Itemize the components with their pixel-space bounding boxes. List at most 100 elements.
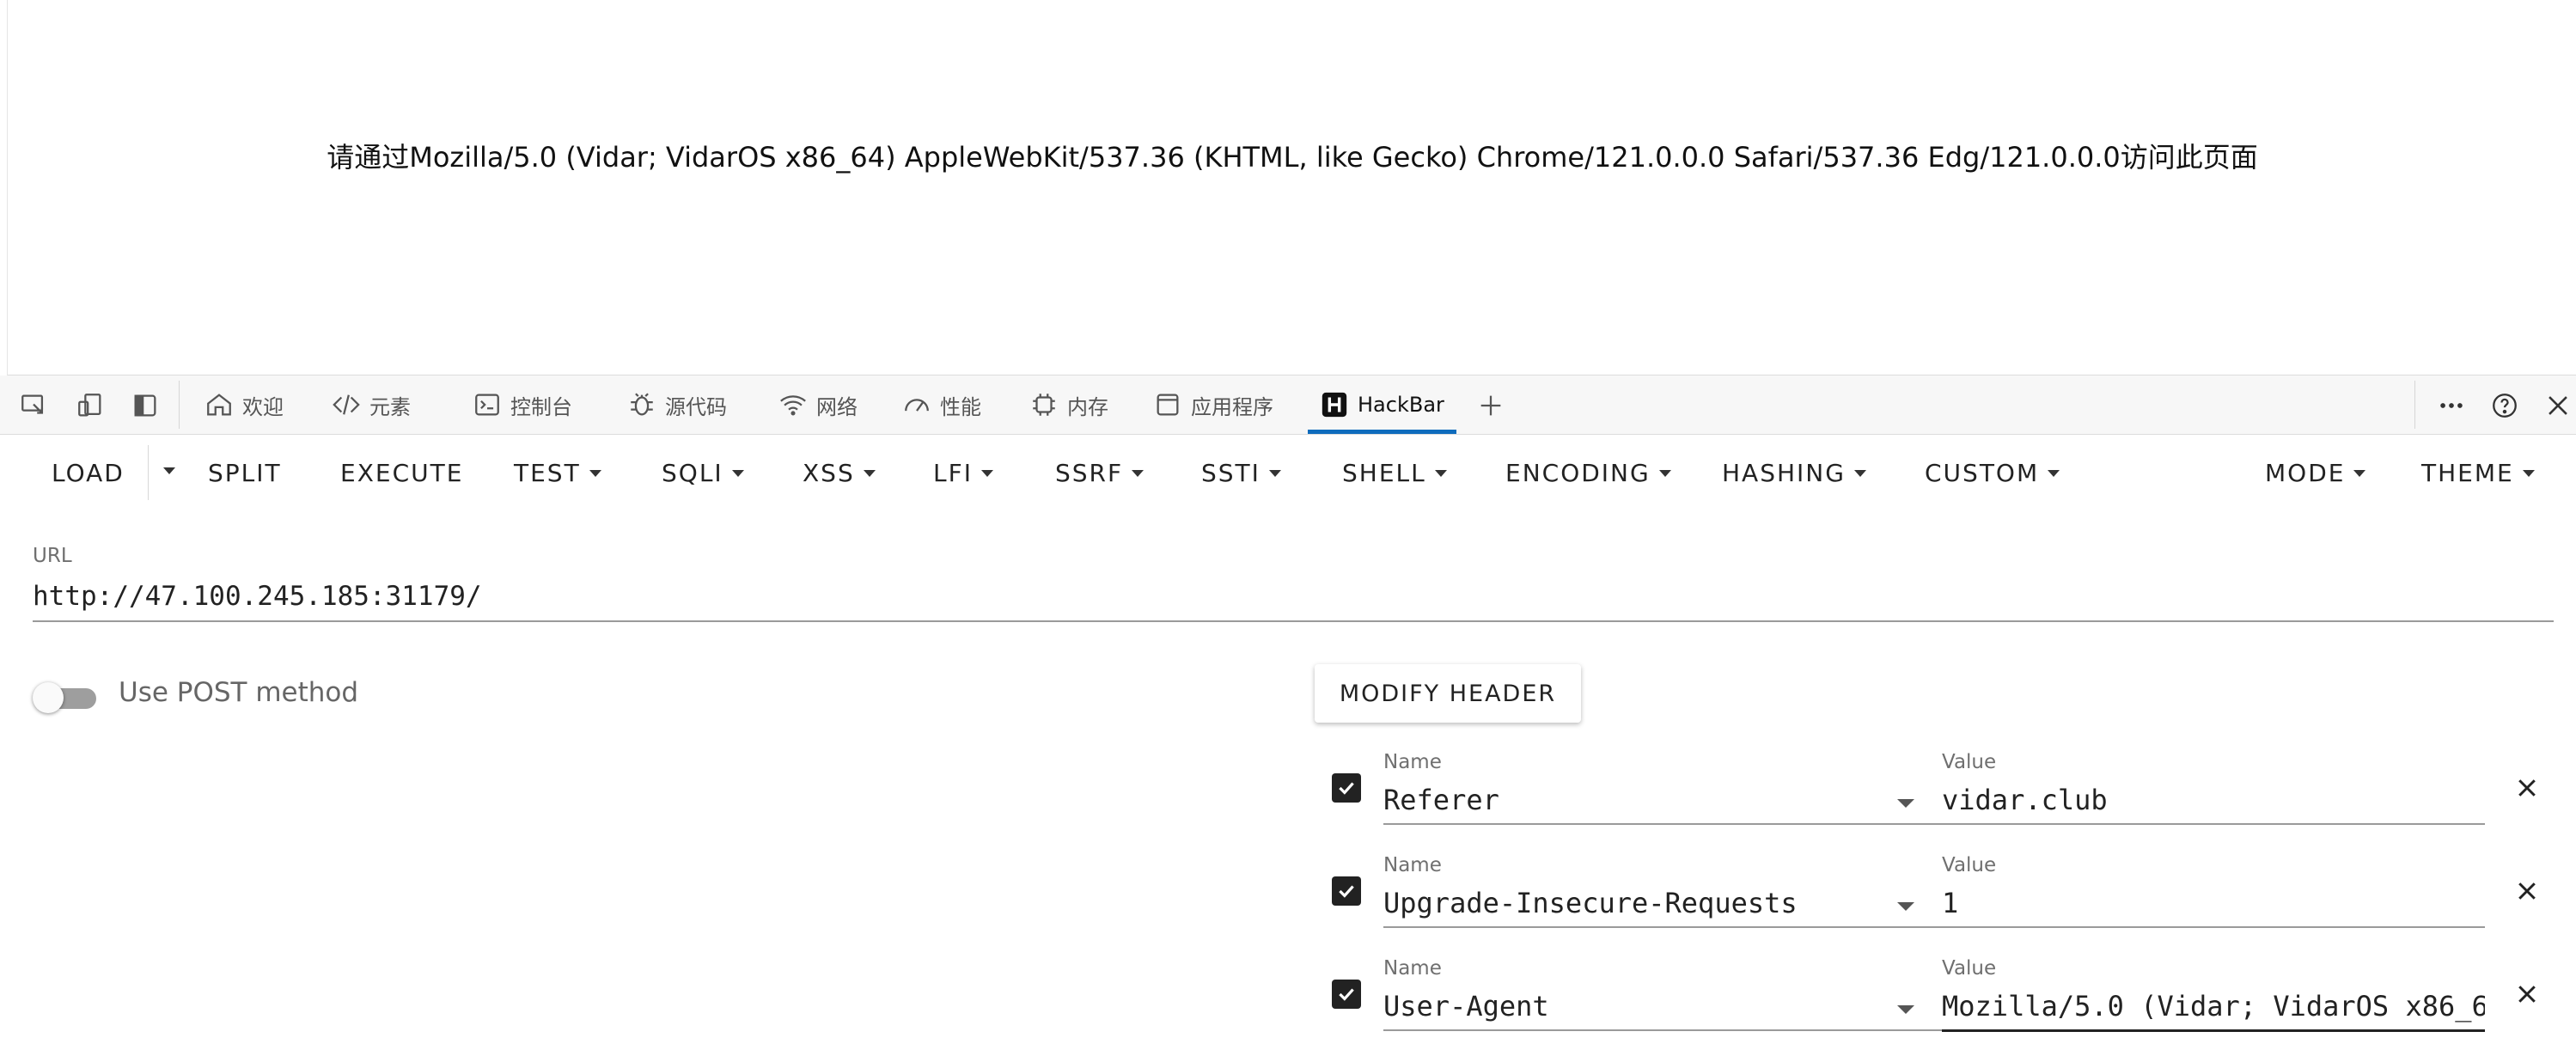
chevron-down-icon[interactable]: [1897, 799, 1914, 808]
tab-network[interactable]: 网络: [778, 375, 858, 434]
tab-label: 内存: [1067, 394, 1108, 419]
header-name-select[interactable]: Referer: [1383, 784, 1952, 825]
load-button[interactable]: LOAD: [52, 459, 125, 487]
header-enabled-checkbox[interactable]: [1332, 876, 1361, 906]
chevron-down-icon: [2353, 469, 2366, 477]
sqli-menu[interactable]: SQLI: [662, 459, 744, 487]
tab-label: 应用程序: [1191, 394, 1273, 419]
chevron-down-icon: [980, 469, 993, 477]
header-value-input[interactable]: Mozilla/5.0 (Vidar; VidarOS x86_64: [1942, 990, 2485, 1032]
device-emulation-icon[interactable]: [76, 391, 105, 420]
header-enabled-checkbox[interactable]: [1332, 773, 1361, 803]
header-value-input[interactable]: 1: [1942, 887, 2485, 928]
window-icon: [1157, 394, 1179, 416]
hashing-label: HASHING: [1722, 459, 1846, 487]
tab-elements[interactable]: 元素: [332, 375, 411, 434]
ssrf-menu[interactable]: SSRF: [1055, 459, 1145, 487]
load-dropdown-button[interactable]: [155, 467, 175, 474]
remove-header-icon[interactable]: [2514, 775, 2540, 801]
console-icon: [475, 394, 499, 416]
load-label: LOAD: [52, 459, 125, 487]
header-row: Name User-Agent Value Mozilla/5.0 (Vidar…: [1315, 950, 2576, 1045]
split-button[interactable]: SPLIT: [208, 459, 282, 487]
performance-icon: [905, 399, 929, 412]
shell-label: SHELL: [1342, 459, 1426, 487]
add-tab-icon[interactable]: [1476, 391, 1505, 420]
bug-icon: [631, 393, 653, 416]
remove-header-icon[interactable]: [2514, 878, 2540, 904]
tab-label: 网络: [816, 394, 858, 419]
chip-icon: [1033, 394, 1055, 416]
chevron-down-icon: [731, 469, 744, 477]
dock-side-icon[interactable]: [131, 391, 160, 420]
ssrf-label: SSRF: [1055, 459, 1124, 487]
wifi-icon: [780, 395, 806, 416]
toolbar-divider: [2414, 381, 2415, 429]
modify-header-button[interactable]: MODIFY HEADER: [1315, 664, 1581, 723]
code-icon: [333, 394, 360, 415]
header-name-label: Name: [1383, 854, 1442, 876]
tab-console[interactable]: 控制台: [473, 375, 572, 434]
check-icon: [1339, 885, 1354, 898]
hackbar-icon: [1322, 392, 1347, 418]
tab-label: HackBar: [1358, 393, 1444, 417]
header-value-input[interactable]: vidar.club: [1942, 784, 2485, 825]
xss-label: XSS: [803, 459, 855, 487]
ssti-label: SSTI: [1201, 459, 1261, 487]
toggle-thumb: [33, 682, 64, 713]
check-icon: [1339, 988, 1354, 1001]
execute-button[interactable]: EXECUTE: [340, 459, 463, 487]
header-enabled-checkbox[interactable]: [1332, 980, 1361, 1009]
encoding-menu[interactable]: ENCODING: [1505, 459, 1671, 487]
tab-welcome[interactable]: 欢迎: [204, 375, 284, 434]
header-value-label: Value: [1942, 854, 1997, 876]
ssti-menu[interactable]: SSTI: [1201, 459, 1281, 487]
test-menu[interactable]: TEST: [514, 459, 601, 487]
hashing-menu[interactable]: HASHING: [1722, 459, 1866, 487]
chevron-down-icon: [1132, 469, 1145, 477]
chevron-down-icon: [163, 467, 175, 474]
hackbar-menu: LOAD SPLIT EXECUTE TEST SQLI XSS LFI SSR…: [0, 435, 2576, 512]
theme-menu[interactable]: THEME: [2421, 459, 2535, 487]
modify-header-label: MODIFY HEADER: [1339, 680, 1557, 707]
header-value-label: Value: [1942, 751, 1997, 773]
custom-label: CUSTOM: [1925, 459, 2040, 487]
devtools-tab-bar: 欢迎 元素 控制台 源代码 网络 性能 内存 应用程序 HackBar: [0, 375, 2576, 435]
tab-label: 欢迎: [242, 394, 284, 419]
check-icon: [1339, 782, 1354, 795]
more-options-icon[interactable]: [2437, 391, 2466, 420]
tab-label: 性能: [940, 394, 981, 419]
chevron-down-icon: [2522, 469, 2535, 477]
header-name-select[interactable]: User-Agent: [1383, 990, 1952, 1031]
lfi-menu[interactable]: LFI: [933, 459, 993, 487]
tab-performance[interactable]: 性能: [902, 375, 981, 434]
tab-sources[interactable]: 源代码: [627, 375, 727, 434]
header-name-select[interactable]: Upgrade-Insecure-Requests: [1383, 887, 1952, 928]
test-label: TEST: [514, 459, 581, 487]
chevron-down-icon: [589, 469, 601, 477]
tab-label: 元素: [369, 394, 411, 419]
tab-hackbar[interactable]: HackBar: [1308, 375, 1456, 434]
post-method-toggle[interactable]: [33, 681, 100, 715]
shell-menu[interactable]: SHELL: [1342, 459, 1447, 487]
chevron-down-icon: [2048, 469, 2060, 477]
chevron-down-icon: [1853, 469, 1866, 477]
lfi-label: LFI: [933, 459, 973, 487]
header-row: Name Referer Value vidar.club: [1315, 744, 2576, 839]
xss-menu[interactable]: XSS: [803, 459, 876, 487]
tab-memory[interactable]: 内存: [1029, 375, 1108, 434]
page-viewport: 请通过Mozilla/5.0 (Vidar; VidarOS x86_64) A…: [7, 0, 2576, 375]
header-name-label: Name: [1383, 957, 1442, 980]
custom-menu[interactable]: CUSTOM: [1925, 459, 2060, 487]
close-devtools-icon[interactable]: [2543, 391, 2573, 420]
remove-header-icon[interactable]: [2514, 981, 2540, 1007]
chevron-down-icon[interactable]: [1897, 1005, 1914, 1014]
mode-menu[interactable]: MODE: [2265, 459, 2366, 487]
load-divider: [148, 445, 149, 500]
page-message: 请通过Mozilla/5.0 (Vidar; VidarOS x86_64) A…: [327, 141, 2258, 174]
help-icon[interactable]: [2490, 391, 2519, 420]
url-input[interactable]: http://47.100.245.185:31179/: [33, 581, 2554, 622]
inspect-icon[interactable]: [19, 391, 48, 420]
chevron-down-icon[interactable]: [1897, 902, 1914, 911]
tab-application[interactable]: 应用程序: [1153, 375, 1273, 434]
